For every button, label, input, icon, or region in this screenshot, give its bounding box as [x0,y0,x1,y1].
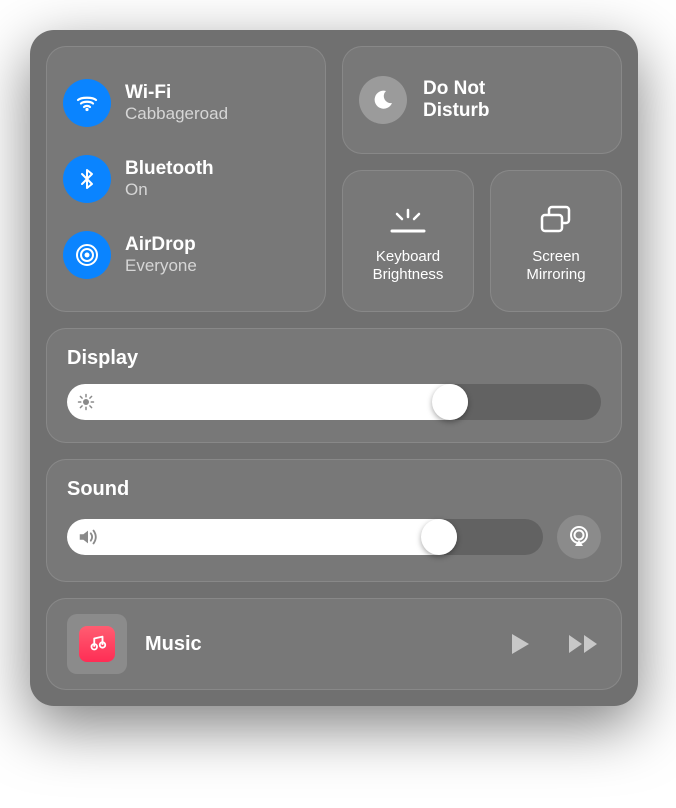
music-app-icon [79,626,115,662]
dnd-line1: Do Not [423,78,490,100]
sound-title: Sound [67,478,601,501]
screen-mirroring-tile[interactable]: Screen Mirroring [490,170,622,312]
bluetooth-subtitle: On [125,180,214,200]
wifi-subtitle: Cabbageroad [125,104,228,124]
do-not-disturb-tile[interactable]: Do Not Disturb [342,46,622,154]
display-brightness-slider[interactable] [67,384,601,420]
bluetooth-title: Bluetooth [125,158,214,180]
music-app-name: Music [145,633,491,656]
volume-icon [77,527,99,547]
screen-mirroring-label: Screen Mirroring [526,248,585,284]
sound-volume-slider[interactable] [67,519,543,555]
bluetooth-item[interactable]: Bluetooth On [63,155,309,203]
wifi-text: Wi-Fi Cabbageroad [125,82,228,123]
keyboard-brightness-icon [388,198,428,242]
brightness-icon [77,393,95,411]
wifi-icon [63,79,111,127]
next-track-button[interactable] [567,632,601,656]
display-title: Display [67,347,601,370]
display-tile: Display [46,328,622,443]
wifi-item[interactable]: Wi-Fi Cabbageroad [63,79,309,127]
dnd-line2: Disturb [423,100,490,122]
airdrop-title: AirDrop [125,234,197,256]
dnd-text: Do Not Disturb [423,78,490,122]
album-art-placeholder [67,614,127,674]
bluetooth-text: Bluetooth On [125,158,214,199]
keyboard-brightness-tile[interactable]: Keyboard Brightness [342,170,474,312]
bluetooth-icon [63,155,111,203]
play-button[interactable] [509,632,531,656]
sound-slider-thumb[interactable] [421,519,457,555]
keyboard-brightness-label: Keyboard Brightness [373,248,444,284]
airdrop-icon [63,231,111,279]
airplay-audio-button[interactable] [557,515,601,559]
airdrop-item[interactable]: AirDrop Everyone [63,231,309,279]
top-right-column: Do Not Disturb Keyboard Brightness [342,46,622,312]
small-tiles-row: Keyboard Brightness Screen Mirroring [342,170,622,312]
display-slider-thumb[interactable] [432,384,468,420]
top-row: Wi-Fi Cabbageroad Bluetooth On [46,46,622,312]
screen-mirroring-icon [537,198,575,242]
wifi-title: Wi-Fi [125,82,228,104]
control-center-panel: Wi-Fi Cabbageroad Bluetooth On [30,30,638,706]
airdrop-subtitle: Everyone [125,256,197,276]
sound-tile: Sound [46,459,622,582]
moon-icon [359,76,407,124]
now-playing-tile[interactable]: Music [46,598,622,690]
network-tile: Wi-Fi Cabbageroad Bluetooth On [46,46,326,312]
airdrop-text: AirDrop Everyone [125,234,197,275]
